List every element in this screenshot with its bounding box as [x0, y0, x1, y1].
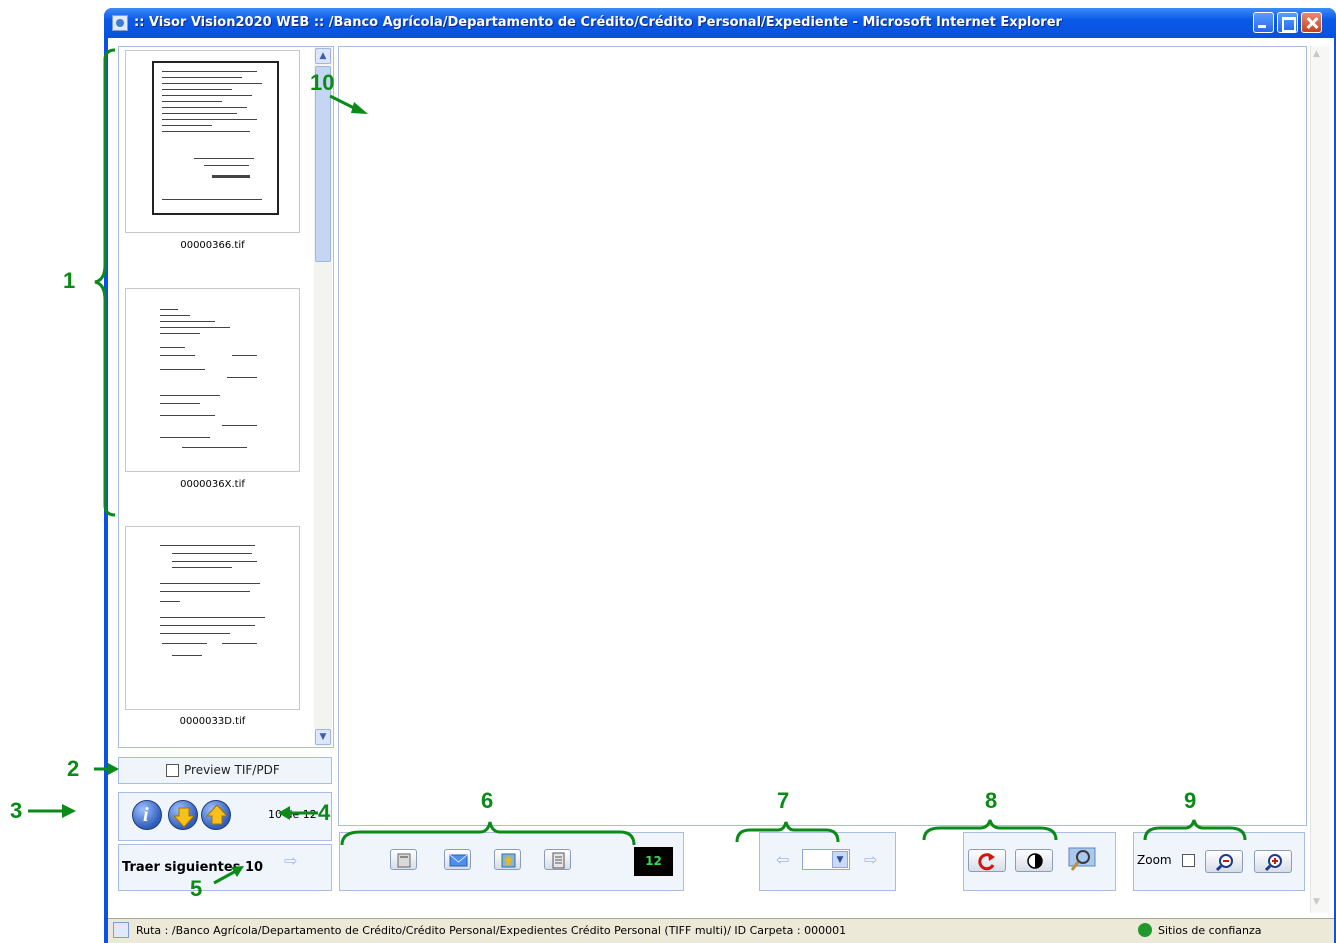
- arrow-10: [329, 94, 357, 111]
- bracket-9: [1143, 819, 1247, 841]
- annotation-5: 5: [190, 876, 203, 901]
- annotation-9: 9: [1184, 788, 1197, 813]
- bracket-7: [735, 821, 840, 843]
- annotation-3: 3: [10, 798, 23, 823]
- annotation-8: 8: [985, 788, 998, 813]
- bracket-1: [94, 48, 116, 517]
- annotation-4: 4: [318, 800, 331, 825]
- annotation-2: 2: [67, 756, 80, 781]
- annotation-10: 10: [310, 70, 335, 95]
- bracket-6: [340, 821, 636, 846]
- annotation-overlay: [28, 48, 1247, 885]
- annotation-7: 7: [777, 788, 790, 813]
- annotation-6: 6: [481, 788, 494, 813]
- annotation-1: 1: [63, 268, 76, 293]
- bracket-8: [922, 819, 1058, 841]
- arrow-5: [213, 869, 237, 885]
